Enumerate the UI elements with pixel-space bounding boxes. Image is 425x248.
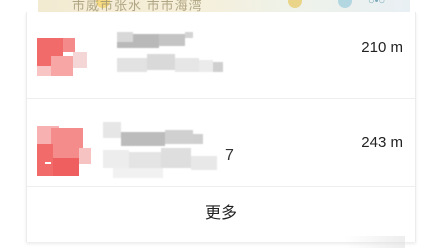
nearby-results-panel: 210 m 7 243 m 更多: [26, 12, 416, 242]
result-name-redacted: [117, 32, 227, 80]
watermark: [345, 236, 405, 248]
map-poi-marker-icon: [288, 0, 302, 8]
result-thumbnail: [37, 34, 97, 84]
result-item[interactable]: 210 m: [27, 12, 415, 99]
map-label: ○•○: [368, 0, 386, 7]
result-item[interactable]: 7 243 m: [27, 98, 415, 187]
map-poi-marker-icon: [338, 0, 352, 8]
screen: 市威市张水 市市海湾 ○•○ 210 m 7 243 m 更多: [0, 0, 425, 248]
result-name-redacted: [103, 112, 233, 178]
result-thumbnail: [37, 124, 97, 176]
more-button[interactable]: 更多: [27, 186, 415, 242]
result-distance: 243 m: [361, 134, 403, 151]
result-distance: 210 m: [361, 39, 403, 56]
result-name-fragment: 7: [225, 147, 234, 164]
